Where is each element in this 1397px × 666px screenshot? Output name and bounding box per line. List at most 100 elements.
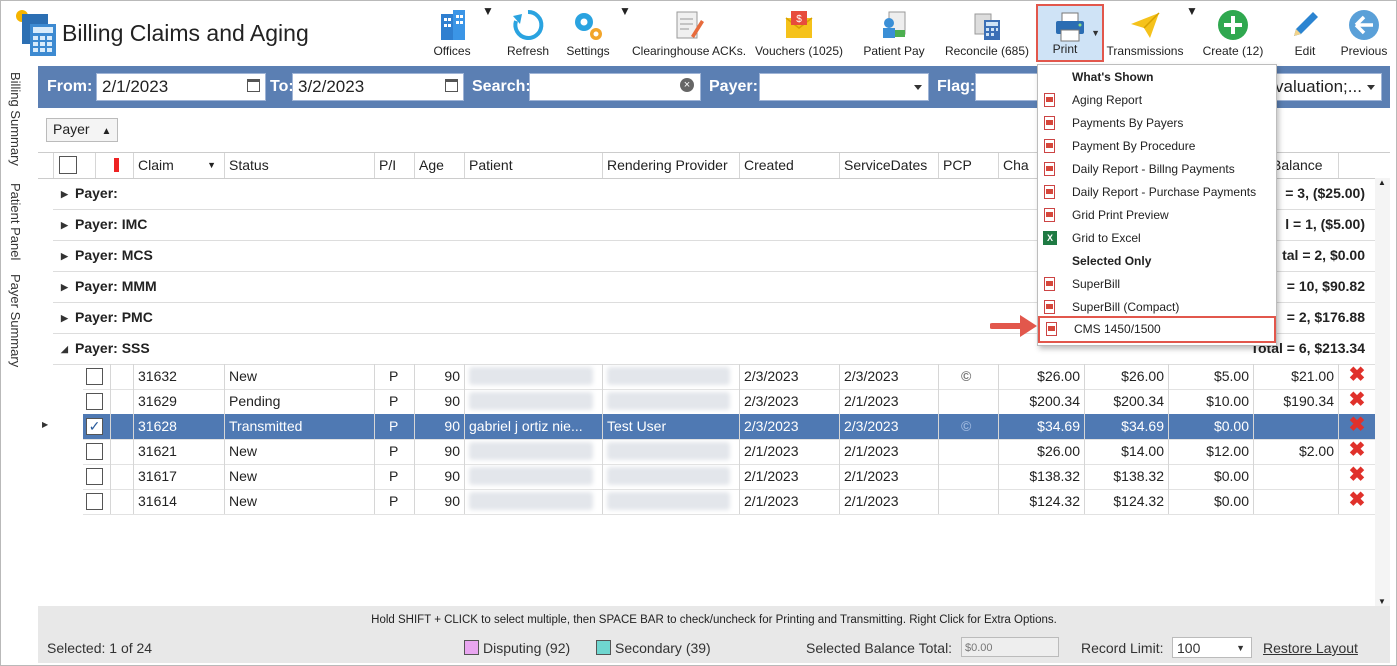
column-header-service-dates[interactable]: ServiceDates (839, 153, 938, 178)
select-all-header[interactable] (53, 153, 95, 178)
delete-icon[interactable]: ✖ (1349, 364, 1366, 386)
cell-c2: $200.34 (1084, 389, 1168, 414)
flag-cell (110, 489, 133, 514)
search-input[interactable]: × (529, 73, 701, 101)
menu-item-grid-print-preview[interactable]: Grid Print Preview (1038, 204, 1276, 227)
row-checkbox[interactable] (86, 368, 103, 385)
service-text: 2/1/2023 (844, 443, 899, 459)
table-row[interactable]: 31629 Pending P 90 2/3/2023 2/1/2023 $200.34 $2… (83, 389, 1375, 415)
row-checkbox[interactable] (86, 443, 103, 460)
pencil-icon (1288, 8, 1322, 42)
cell-c3: $10.00 (1168, 389, 1253, 414)
pi-text: P (389, 393, 399, 409)
vertical-scrollbar[interactable]: ▲ ▼ (1375, 178, 1390, 606)
to-date-field[interactable]: 3/2/2023 (292, 73, 464, 101)
column-header-pcp[interactable]: PCP (938, 153, 998, 178)
scroll-up-icon[interactable]: ▲ (1378, 178, 1386, 187)
settings-button[interactable]: Settings (560, 4, 616, 62)
delete-icon[interactable]: ✖ (1349, 439, 1366, 461)
row-checkbox[interactable] (86, 468, 103, 485)
row-checkbox[interactable]: ✓ (86, 418, 103, 435)
menu-section-selected-only: Selected Only (1072, 254, 1152, 268)
expand-icon[interactable]: ▶ (61, 189, 68, 200)
transmissions-button[interactable]: Transmissions (1106, 4, 1184, 62)
patient-pay-icon (877, 8, 911, 42)
table-row[interactable]: 31617 New P 90 2/1/2023 2/1/2023 $138.32 $138.3… (83, 464, 1375, 490)
menu-item-grid-to-excel[interactable]: X Grid to Excel (1038, 227, 1276, 250)
offices-button[interactable]: Offices (422, 4, 482, 62)
column-header-rendering-provider[interactable]: Rendering Provider (602, 153, 739, 178)
disputing-legend[interactable]: Disputing (92) (464, 640, 570, 656)
transmissions-dropdown-icon[interactable]: ▼ (1186, 4, 1198, 62)
payer-select[interactable] (759, 73, 929, 101)
c3-text: $12.00 (1206, 443, 1249, 459)
group-by-chip[interactable]: Payer ▲ (46, 118, 119, 142)
table-row[interactable]: 31614 New P 90 2/1/2023 2/1/2023 $124.32 $124.3… (83, 489, 1375, 515)
patient-pay-button[interactable]: Patient Pay (860, 4, 928, 62)
scroll-down-icon[interactable]: ▼ (1378, 597, 1386, 606)
column-header-claim[interactable]: Claim ▼ (133, 153, 224, 178)
settings-dropdown-icon[interactable]: ▼ (619, 4, 631, 62)
extra-filter-select[interactable]: valuation;... (1270, 73, 1382, 101)
delete-icon[interactable]: ✖ (1349, 489, 1366, 511)
menu-item-payments-by-payers[interactable]: Payments By Payers (1038, 112, 1276, 135)
menu-item-daily-report-purchase[interactable]: Daily Report - Purchase Payments (1038, 181, 1276, 204)
clear-icon[interactable]: × (680, 78, 694, 92)
calendar-icon[interactable] (445, 79, 458, 92)
delete-icon[interactable]: ✖ (1349, 464, 1366, 486)
delete-cell: ✖ (1338, 464, 1375, 489)
claim-text: 31629 (138, 393, 177, 409)
flag-column-header[interactable] (95, 153, 133, 178)
previous-button[interactable]: Previous (1336, 4, 1392, 62)
column-header-created[interactable]: Created (739, 153, 839, 178)
cell-age: 90 (414, 439, 464, 464)
print-button[interactable]: Print ▼ (1036, 4, 1104, 62)
menu-item-aging-report[interactable]: Aging Report (1038, 89, 1276, 112)
expand-icon[interactable]: ▶ (61, 251, 68, 262)
select-all-checkbox[interactable] (59, 156, 77, 174)
delete-icon[interactable]: ✖ (1349, 414, 1366, 436)
menu-item-superbill[interactable]: SuperBill (1038, 273, 1276, 296)
tab-patient-panel[interactable]: Patient Panel (8, 183, 23, 260)
calendar-icon[interactable] (247, 79, 260, 92)
from-date-field[interactable]: 2/1/2023 (96, 73, 266, 101)
chevron-down-icon: ▼ (1236, 643, 1245, 653)
refresh-button[interactable]: Refresh (500, 4, 556, 62)
tab-payer-summary[interactable]: Payer Summary (8, 274, 23, 367)
restore-layout-link[interactable]: Restore Layout (1263, 640, 1358, 656)
edit-button[interactable]: Edit (1278, 4, 1332, 62)
table-row[interactable]: 31621 New P 90 2/1/2023 2/1/2023 $26.00 $14.00 $… (83, 439, 1375, 465)
collapse-icon[interactable]: ◢ (61, 344, 68, 355)
create-button[interactable]: Create (12) (1200, 4, 1266, 62)
expand-icon[interactable]: ▶ (61, 313, 68, 324)
row-checkbox[interactable] (86, 393, 103, 410)
column-header-status[interactable]: Status (224, 153, 374, 178)
delete-icon[interactable]: ✖ (1349, 389, 1366, 411)
row-checkbox[interactable] (86, 493, 103, 510)
menu-item-payment-by-procedure[interactable]: Payment By Procedure (1038, 135, 1276, 158)
tab-billing-summary[interactable]: Billing Summary (8, 72, 23, 166)
age-text: 90 (444, 493, 460, 509)
reconcile-button[interactable]: Reconcile (685) (942, 4, 1032, 62)
column-header-age[interactable]: Age (414, 153, 464, 178)
offices-dropdown-icon[interactable]: ▼ (482, 4, 494, 62)
table-row[interactable]: 31632 New P 90 2/3/2023 2/3/2023 © $26.00 $26.00… (83, 364, 1375, 390)
record-limit-select[interactable]: 100 ▼ (1172, 637, 1252, 658)
charge-text: $26.00 (1037, 368, 1080, 384)
expand-icon[interactable]: ▶ (61, 220, 68, 231)
expand-icon[interactable]: ▶ (61, 282, 68, 293)
menu-item-cms-1450-1500[interactable]: CMS 1450/1500 (1038, 316, 1276, 343)
secondary-legend[interactable]: Secondary (39) (596, 640, 711, 656)
column-header-patient[interactable]: Patient (464, 153, 602, 178)
print-dropdown-icon[interactable]: ▼ (1091, 28, 1100, 38)
table-row[interactable]: ✓ 31628 Transmitted P 90 gabriel j ortiz nie.… (83, 414, 1375, 440)
cell-charge: $34.69 (998, 414, 1084, 439)
clearinghouse-button[interactable]: Clearinghouse ACKs. (632, 4, 746, 62)
column-header-pi[interactable]: P/I (374, 153, 414, 178)
selection-hint: Hold SHIFT + CLICK to select multiple, t… (371, 614, 1057, 626)
created-text: 2/1/2023 (744, 493, 799, 509)
vouchers-button[interactable]: $ Vouchers (1025) (754, 4, 844, 62)
menu-item-daily-report-billing[interactable]: Daily Report - Billng Payments (1038, 158, 1276, 181)
filter-dropdown-icon[interactable]: ▼ (207, 153, 216, 178)
pdf-icon (1044, 116, 1055, 130)
